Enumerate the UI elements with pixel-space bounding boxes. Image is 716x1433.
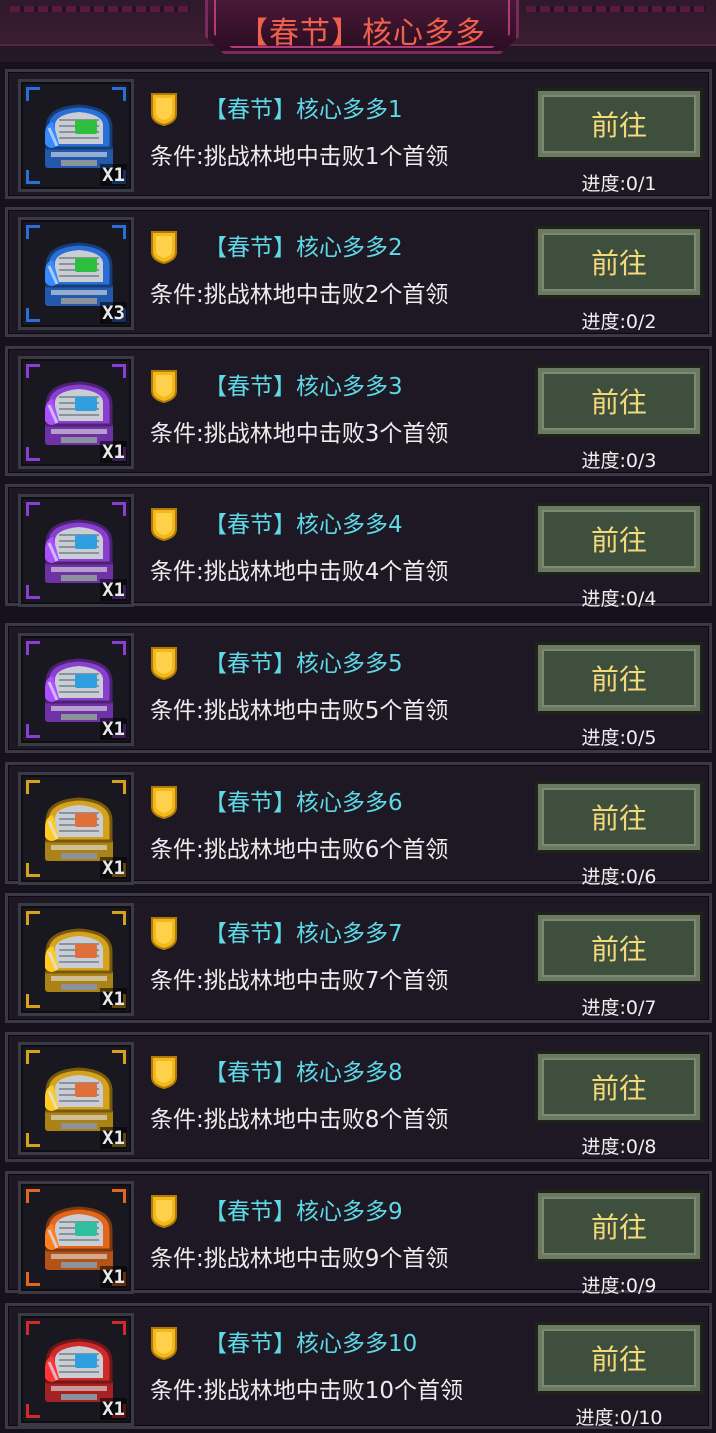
go-button-label: 前往	[544, 790, 694, 844]
task-title: 【春节】核心多多6	[204, 790, 403, 816]
reward-quantity: X1	[100, 1266, 127, 1288]
task-row-10: X1 【春节】核心多多10 条件:挑战林地中击败10个首领 前往 进度:0/10	[5, 1303, 712, 1429]
reward-quantity: X1	[100, 718, 127, 740]
task-title: 【春节】核心多多1	[204, 97, 403, 123]
task-condition: 条件:挑战林地中击败10个首领	[150, 1378, 464, 1404]
task-row-7: X1 【春节】核心多多7 条件:挑战林地中击败7个首领 前往 进度:0/7	[5, 893, 712, 1023]
task-badge-icon	[151, 1056, 177, 1089]
reward-slot[interactable]: X1	[18, 903, 134, 1016]
go-button-label: 前往	[544, 512, 694, 566]
go-button[interactable]: 前往	[535, 365, 703, 437]
go-button-label: 前往	[544, 97, 694, 151]
reward-slot[interactable]: X1	[18, 633, 134, 746]
task-condition: 条件:挑战林地中击败7个首领	[150, 968, 449, 994]
reward-slot[interactable]: X1	[18, 1042, 134, 1155]
go-button-label: 前往	[544, 374, 694, 428]
task-row-4: X1 【春节】核心多多4 条件:挑战林地中击败4个首领 前往 进度:0/4	[5, 484, 712, 610]
task-row-9: X1 【春节】核心多多9 条件:挑战林地中击败9个首领 前往 进度:0/9	[5, 1171, 712, 1297]
go-button[interactable]: 前往	[535, 642, 703, 714]
task-badge-icon	[151, 647, 177, 680]
task-progress: 进度:0/10	[575, 1407, 663, 1429]
task-title: 【春节】核心多多4	[204, 512, 403, 538]
task-badge-icon	[151, 917, 177, 950]
task-title: 【春节】核心多多2	[204, 235, 403, 261]
go-button-label: 前往	[544, 921, 694, 975]
go-button[interactable]: 前往	[535, 226, 703, 298]
page-title: 【春节】核心多多	[238, 16, 486, 51]
task-progress: 进度:0/6	[581, 866, 657, 888]
task-badge-icon	[151, 1327, 177, 1360]
go-button-label: 前往	[544, 1199, 694, 1253]
go-button[interactable]: 前往	[535, 912, 703, 984]
task-row-1: X1 【春节】核心多多1 条件:挑战林地中击败1个首领 前往 进度:0/1	[5, 69, 712, 199]
go-button-label: 前往	[544, 1331, 694, 1385]
task-badge-icon	[151, 370, 177, 403]
go-button[interactable]: 前往	[535, 1051, 703, 1123]
go-button-label: 前往	[544, 1060, 694, 1114]
task-row-8: X1 【春节】核心多多8 条件:挑战林地中击败8个首领 前往 进度:0/8	[5, 1032, 712, 1162]
reward-quantity: X1	[100, 857, 127, 879]
task-progress: 进度:0/5	[581, 727, 657, 749]
reward-quantity: X1	[100, 1398, 127, 1420]
task-condition: 条件:挑战林地中击败3个首领	[150, 421, 449, 447]
task-condition: 条件:挑战林地中击败4个首领	[150, 559, 449, 585]
go-button[interactable]: 前往	[535, 1190, 703, 1262]
header-ornament-left	[10, 6, 190, 12]
reward-slot[interactable]: X1	[18, 1181, 134, 1294]
task-condition: 条件:挑战林地中击败1个首领	[150, 144, 449, 170]
task-title: 【春节】核心多多5	[204, 651, 403, 677]
go-button[interactable]: 前往	[535, 781, 703, 853]
task-row-5: X1 【春节】核心多多5 条件:挑战林地中击败5个首领 前往 进度:0/5	[5, 623, 712, 753]
reward-quantity: X1	[100, 164, 127, 186]
go-button-label: 前往	[544, 651, 694, 705]
task-progress: 进度:0/9	[581, 1275, 657, 1297]
task-title: 【春节】核心多多8	[204, 1060, 403, 1086]
task-badge-icon	[151, 93, 177, 126]
reward-slot[interactable]: X1	[18, 356, 134, 469]
task-title: 【春节】核心多多3	[204, 374, 403, 400]
task-condition: 条件:挑战林地中击败6个首领	[150, 837, 449, 863]
task-condition: 条件:挑战林地中击败8个首领	[150, 1107, 449, 1133]
header-bar: 【春节】核心多多	[0, 0, 716, 62]
task-condition: 条件:挑战林地中击败5个首领	[150, 698, 449, 724]
task-progress: 进度:0/1	[581, 173, 657, 195]
task-title: 【春节】核心多多9	[204, 1199, 403, 1225]
go-button[interactable]: 前往	[535, 88, 703, 160]
task-condition: 条件:挑战林地中击败9个首领	[150, 1246, 449, 1272]
task-badge-icon	[151, 1195, 177, 1228]
reward-quantity: X3	[100, 302, 127, 324]
task-title: 【春节】核心多多10	[204, 1331, 418, 1357]
reward-quantity: X1	[100, 579, 127, 601]
task-progress: 进度:0/3	[581, 450, 657, 472]
reward-quantity: X1	[100, 1127, 127, 1149]
reward-slot[interactable]: X3	[18, 217, 134, 330]
task-list-screen: 【春节】核心多多 X1 【春节】核心多多1 条件:挑战林地中击败1个首领 前往 …	[0, 0, 716, 1433]
reward-slot[interactable]: X1	[18, 772, 134, 885]
reward-quantity: X1	[100, 988, 127, 1010]
task-badge-icon	[151, 231, 177, 264]
go-button-label: 前往	[544, 235, 694, 289]
reward-quantity: X1	[100, 441, 127, 463]
task-progress: 进度:0/4	[581, 588, 657, 610]
task-progress: 进度:0/2	[581, 311, 657, 333]
go-button[interactable]: 前往	[535, 1322, 703, 1394]
reward-slot[interactable]: X1	[18, 1313, 134, 1426]
task-progress: 进度:0/7	[581, 997, 657, 1019]
task-progress: 进度:0/8	[581, 1136, 657, 1158]
task-title: 【春节】核心多多7	[204, 921, 403, 947]
task-row-3: X1 【春节】核心多多3 条件:挑战林地中击败3个首领 前往 进度:0/3	[5, 346, 712, 476]
task-condition: 条件:挑战林地中击败2个首领	[150, 282, 449, 308]
task-row-6: X1 【春节】核心多多6 条件:挑战林地中击败6个首领 前往 进度:0/6	[5, 762, 712, 888]
header-ornament-right	[526, 6, 706, 12]
task-badge-icon	[151, 786, 177, 819]
reward-slot[interactable]: X1	[18, 79, 134, 192]
task-badge-icon	[151, 508, 177, 541]
go-button[interactable]: 前往	[535, 503, 703, 575]
task-row-2: X3 【春节】核心多多2 条件:挑战林地中击败2个首领 前往 进度:0/2	[5, 207, 712, 337]
reward-slot[interactable]: X1	[18, 494, 134, 607]
